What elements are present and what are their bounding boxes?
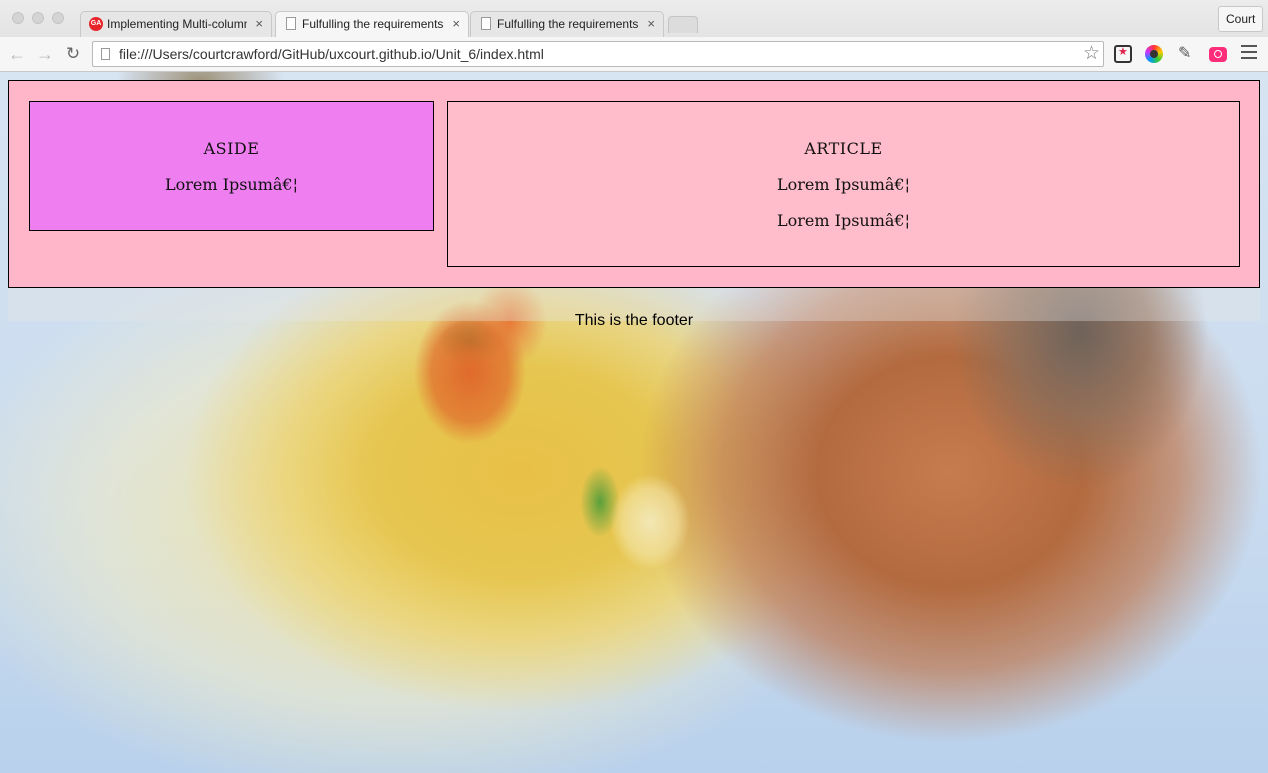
zoom-window-button[interactable] bbox=[52, 12, 64, 24]
footer-text: This is the footer bbox=[574, 312, 694, 329]
url-text: file:///Users/courtcrawford/GitHub/uxcou… bbox=[119, 46, 544, 62]
reload-icon[interactable]: ↻ bbox=[62, 43, 84, 65]
page-icon bbox=[101, 48, 110, 60]
back-arrow-icon[interactable]: ← bbox=[6, 43, 28, 65]
hamburger-menu-icon[interactable] bbox=[1241, 45, 1257, 63]
aside-heading: ASIDE bbox=[203, 139, 260, 158]
document-icon bbox=[286, 17, 296, 30]
tab-label: Fulfulling the requirements bbox=[302, 17, 444, 31]
calendar-extension-icon[interactable] bbox=[1114, 45, 1132, 63]
ga-logo-icon: GA bbox=[89, 17, 103, 31]
close-icon[interactable]: × bbox=[452, 12, 460, 36]
article-paragraph: Lorem Ipsumâ€¦ bbox=[777, 175, 910, 194]
tab-fulfulling-requirements[interactable]: Fulfulling the requirements × bbox=[470, 11, 664, 37]
page-viewport: ASIDE Lorem Ipsumâ€¦ ARTICLE Lorem Ipsum… bbox=[0, 72, 1268, 773]
browser-window: GA Implementing Multi-column × Fulfullin… bbox=[0, 0, 1268, 773]
article-box: ARTICLE Lorem Ipsumâ€¦ Lorem Ipsumâ€¦ bbox=[447, 101, 1240, 267]
forward-arrow-icon[interactable]: → bbox=[34, 43, 56, 65]
document-icon bbox=[481, 17, 491, 30]
new-tab-button[interactable] bbox=[668, 16, 698, 33]
article-paragraph: Lorem Ipsumâ€¦ bbox=[777, 211, 910, 230]
aside-paragraph: Lorem Ipsumâ€¦ bbox=[165, 175, 298, 194]
close-window-button[interactable] bbox=[12, 12, 24, 24]
close-icon[interactable]: × bbox=[255, 12, 263, 36]
close-icon[interactable]: × bbox=[647, 12, 655, 36]
profile-button[interactable]: Court bbox=[1218, 6, 1264, 32]
color-picker-extension-icon[interactable] bbox=[1145, 45, 1163, 63]
screenshot-camera-extension-icon[interactable] bbox=[1209, 47, 1227, 62]
address-bar[interactable]: file:///Users/courtcrawford/GitHub/uxcou… bbox=[92, 41, 1104, 67]
tab-label: Fulfulling the requirements bbox=[497, 17, 639, 31]
bookmark-star-icon[interactable]: ☆ bbox=[1083, 42, 1100, 66]
tab-label: Implementing Multi-column bbox=[107, 17, 247, 31]
minimize-window-button[interactable] bbox=[32, 12, 44, 24]
tab-implementing-multi-column[interactable]: GA Implementing Multi-column × bbox=[80, 11, 272, 37]
title-bar: GA Implementing Multi-column × Fulfullin… bbox=[0, 0, 1268, 37]
article-heading: ARTICLE bbox=[804, 139, 883, 158]
aside-box: ASIDE Lorem Ipsumâ€¦ bbox=[29, 101, 434, 231]
toolbar: ← → ↻ file:///Users/courtcrawford/GitHub… bbox=[0, 37, 1268, 72]
eyedropper-extension-icon[interactable]: ✎ bbox=[1178, 45, 1196, 63]
page-wrapper: ASIDE Lorem Ipsumâ€¦ ARTICLE Lorem Ipsum… bbox=[8, 80, 1260, 288]
tab-fulfulling-requirements-active[interactable]: Fulfulling the requirements × bbox=[275, 11, 469, 37]
